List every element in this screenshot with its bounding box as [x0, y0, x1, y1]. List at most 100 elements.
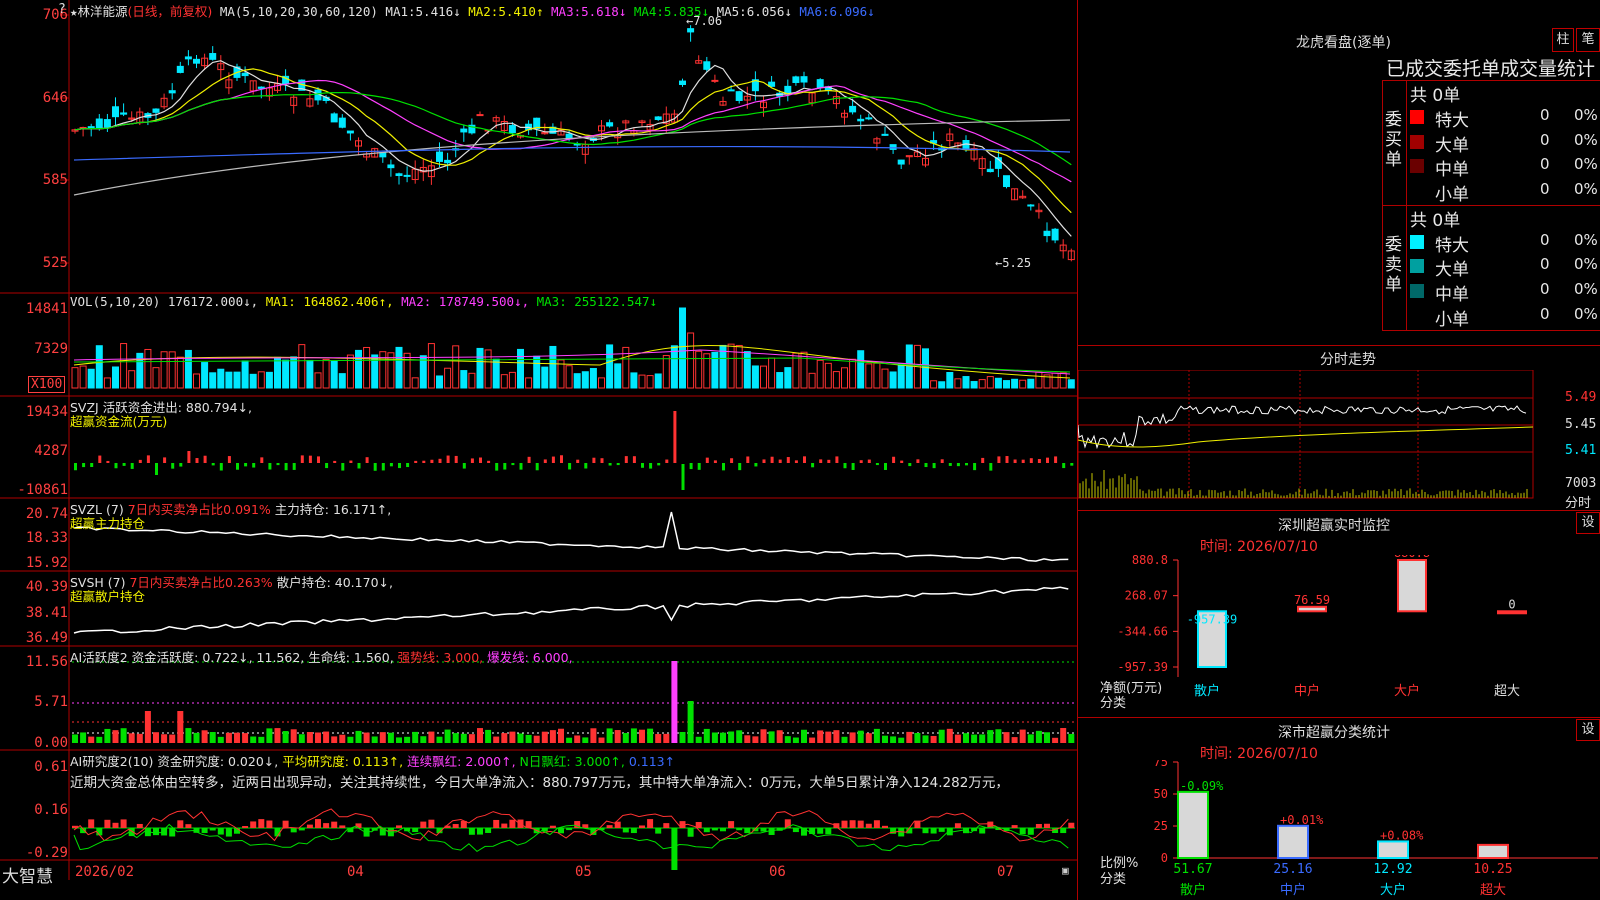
flow-bar [584, 463, 588, 469]
change-label: +0.01% [1280, 813, 1324, 827]
flow-bar [1021, 459, 1025, 463]
activity-bar [444, 729, 451, 743]
activity-bar [817, 730, 824, 743]
flow-bar [778, 459, 782, 463]
activity-bar [436, 736, 443, 743]
activity-bar [995, 729, 1002, 743]
category-label: 散户 [1180, 882, 1206, 898]
flow-bar [835, 456, 839, 463]
volume-bar [881, 368, 889, 389]
buy-row-count: 0 [1540, 106, 1550, 124]
buy-row-pct: 0% [1574, 155, 1598, 173]
star-icon[interactable]: ★ [70, 4, 78, 19]
volume-bar [978, 379, 986, 389]
volume-bar [363, 346, 371, 389]
activity-bar [849, 732, 856, 743]
candle [508, 125, 516, 134]
flow-bar [600, 458, 604, 463]
settings-icon[interactable]: ? [58, 2, 66, 17]
volume-bar [265, 371, 273, 389]
classify-settings-button[interactable]: 设 [1576, 719, 1600, 741]
bar-view-button[interactable]: 柱 [1552, 28, 1574, 52]
y-tick-label: 880.8 [1132, 555, 1168, 567]
volume-bar [144, 348, 152, 389]
candle [703, 61, 711, 70]
activity-bar [768, 731, 775, 743]
buy-row-count: 0 [1540, 155, 1550, 173]
candle [395, 173, 403, 177]
candle [444, 159, 452, 164]
line-view-button[interactable]: 笔 [1576, 28, 1600, 52]
color-swatch [1410, 110, 1424, 124]
candle [1043, 230, 1051, 237]
kline-chart[interactable] [0, 0, 1077, 880]
volume-bar [290, 356, 298, 389]
activity-bar [477, 728, 483, 743]
price-tick: 585 [42, 172, 68, 188]
research-bar [363, 828, 370, 837]
activity-bar [622, 733, 629, 743]
monitor-settings-button[interactable]: 设 [1576, 512, 1600, 534]
candle [679, 80, 686, 85]
research-bar [153, 828, 159, 836]
volume-bar [946, 371, 954, 389]
activity-bar [290, 729, 297, 743]
activity-bar [630, 728, 637, 743]
volume-bar [541, 366, 549, 389]
activity-bar [1044, 732, 1050, 743]
chart-mode[interactable]: (日线，前复权) [128, 4, 213, 19]
activity-bar [371, 736, 378, 743]
research-bar [606, 825, 613, 828]
activity-bar [80, 732, 87, 743]
flow-bar [916, 459, 920, 463]
change-label: +0.08% [1380, 828, 1424, 842]
activity-bar [922, 735, 929, 743]
monitor-unit: 净额(万元) 分类 [1100, 681, 1163, 711]
flow-bar [1046, 457, 1049, 463]
flow-bar [762, 459, 766, 463]
flow-bar [900, 460, 904, 463]
volume-bar [800, 351, 808, 389]
activity-bar [225, 732, 232, 743]
classify-chart: 75 50 25 0 -0.09% 51.67 散户 +0.01% 25.16 中户 +0.08% 1… [1154, 760, 1598, 898]
category-label: 大户 [1380, 882, 1406, 898]
flow-bar [535, 463, 539, 471]
flow-bar [803, 456, 806, 463]
research-bar [217, 828, 224, 835]
flow-bar [1070, 463, 1074, 466]
candle [403, 174, 411, 177]
ratio-bar [1377, 840, 1409, 860]
lock-icon[interactable]: ▣ [1062, 864, 1069, 877]
flow-bar [300, 455, 304, 463]
research-bar [728, 821, 735, 828]
intraday-chart[interactable] [1078, 370, 1600, 510]
research-bar [938, 828, 945, 832]
bar-value-label: 76.59 [1294, 593, 1330, 607]
volume-bar [581, 371, 589, 389]
candle [241, 72, 249, 77]
activity-bar [760, 729, 767, 743]
flow-bar [543, 459, 547, 463]
buy-row-name: 小单 [1435, 185, 1469, 205]
monitor-title: 深圳超赢实时监控 [1278, 518, 1390, 534]
flow-bar [325, 463, 329, 469]
ratio-bar [1477, 843, 1509, 859]
activity-bar [882, 735, 888, 743]
research-bar [104, 819, 111, 828]
volume-bar [970, 381, 978, 389]
activity-bar [501, 733, 508, 743]
flow-bar [90, 463, 94, 467]
research-bar [857, 820, 864, 828]
research-bar [88, 819, 95, 828]
flow-bar [1054, 456, 1058, 463]
volume-bar [217, 368, 225, 389]
x-label: 05 [575, 864, 592, 880]
activity-bar [153, 732, 159, 743]
research-bar [315, 819, 321, 828]
activity-bar [930, 735, 937, 743]
flow-bar [203, 455, 207, 463]
flow-bar [859, 460, 863, 463]
candle [95, 118, 103, 129]
volume-bar [500, 374, 508, 389]
price-line [1078, 405, 1527, 450]
